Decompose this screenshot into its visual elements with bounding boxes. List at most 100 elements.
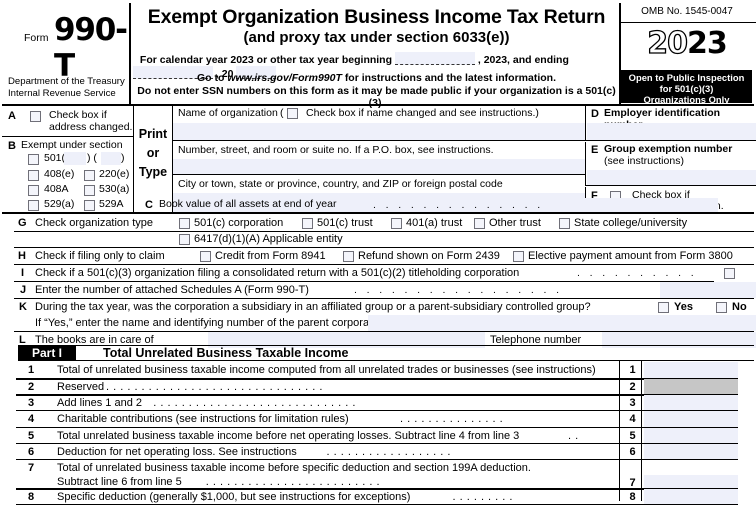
public-inspection-line1: Open to Public Inspection	[628, 72, 745, 83]
org-type-401a-trust-label: 401(a) trust	[406, 217, 463, 229]
page-title: Exempt Organization Business Income Tax …	[147, 6, 606, 28]
leader-dots: . .	[568, 430, 579, 442]
line-i-label: Check if a 501(c)(3) organization filing…	[35, 267, 520, 279]
line-k-row: K During the tax year, was the corporati…	[2, 299, 756, 332]
org-type-501c-trust-checkbox[interactable]	[302, 218, 313, 229]
tax-year-begin-input[interactable]	[394, 52, 475, 65]
claim-refund-2439-checkbox[interactable]	[343, 251, 354, 262]
exempt-530a-checkbox[interactable]	[84, 185, 95, 196]
name-row-rule	[173, 140, 585, 142]
exempt-408e-checkbox[interactable]	[28, 170, 39, 181]
item-d-letter: D	[591, 108, 599, 120]
form-identifier: Form 990-T	[8, 8, 130, 84]
or-label: or	[146, 145, 160, 160]
amount-input[interactable]	[644, 428, 738, 443]
exempt-529A-label: 529A	[99, 198, 124, 210]
org-type-501c-trust-label: 501(c) trust	[317, 217, 373, 229]
public-inspection-line2: for 501(c)(3)	[659, 83, 714, 95]
subsidiary-yes-label: Yes	[674, 301, 693, 313]
line-g-letter: G	[18, 217, 27, 229]
group-exemption-input[interactable]	[587, 170, 756, 185]
exempt-501c-subsection2-input[interactable]	[101, 152, 121, 165]
exempt-220e-checkbox[interactable]	[84, 170, 95, 181]
ein-input[interactable]	[587, 123, 756, 140]
tax-year-value: 23	[687, 26, 728, 61]
subsidiary-yes-checkbox[interactable]	[658, 302, 669, 313]
tax-year-century: 20	[647, 25, 689, 61]
claim-credit-8941-label: Credit from Form 8941	[215, 250, 326, 262]
irs-form-url[interactable]: www.irs.gov/Form990T	[227, 72, 342, 84]
line-description-continued: Subtract line 6 from line 5	[57, 476, 182, 488]
exempt-529A-checkbox[interactable]	[84, 200, 95, 211]
city-address-label: City or town, state or province, country…	[178, 178, 503, 190]
line-j-row: J Enter the number of attached Schedules…	[2, 282, 756, 299]
schedules-a-count-input[interactable]	[660, 282, 756, 298]
claim-refund-2439-label: Refund shown on Form 2439	[358, 250, 500, 262]
claim-credit-8941-checkbox[interactable]	[200, 251, 211, 262]
amount-input[interactable]	[644, 395, 738, 410]
page-subtitle: (and proxy tax under section 6033(e))	[243, 29, 510, 46]
line-description: Deduction for net operating loss. See in…	[57, 446, 297, 458]
group-exemption-row: E Group exemption number (see instructio…	[585, 142, 756, 186]
consolidated-return-checkbox[interactable]	[724, 268, 735, 279]
exempt-501c-subsection-input[interactable]	[64, 152, 86, 165]
ein-row: D Employer identification number	[585, 105, 756, 141]
line-i-row: I Check if a 501(c)(3) organization fili…	[2, 265, 754, 282]
line-description: Add lines 1 and 2	[57, 397, 143, 409]
amount-column-inner-rule	[641, 361, 643, 501]
line-i-leader-dots: . . . . . . . . . .	[577, 267, 698, 279]
part1-title: Total Unrelated Business Taxable Income	[103, 346, 349, 360]
address-changed-checkbox[interactable]	[30, 111, 41, 122]
exempt-section-label: Exempt under section	[21, 139, 123, 151]
address-changed-label-2: address changed.	[49, 121, 133, 133]
department-line2: Internal Revenue Service	[8, 87, 116, 99]
org-type-state-college-checkbox[interactable]	[559, 218, 570, 229]
line-g-rule	[14, 231, 754, 232]
street-address-row: Number, street, and room or suite no. If…	[173, 142, 585, 175]
exempt-501c-label: 501(	[44, 152, 66, 164]
line-h-letter: H	[18, 250, 26, 262]
exempt-529a-checkbox[interactable]	[28, 200, 39, 211]
org-type-6417-checkbox[interactable]	[179, 234, 190, 245]
amount-input[interactable]	[644, 444, 738, 459]
amount-input[interactable]	[644, 411, 738, 427]
name-changed-checkbox[interactable]	[287, 108, 298, 119]
street-address-input[interactable]	[173, 159, 585, 174]
org-type-other-trust-checkbox[interactable]	[474, 218, 485, 229]
print-label: Print	[138, 127, 168, 141]
exempt-408a-checkbox[interactable]	[28, 185, 39, 196]
book-value-label: Book value of all assets at end of year	[159, 198, 337, 210]
org-type-6417-label: 6417(d)(1)(A) Applicable entity	[194, 233, 343, 245]
group-exemption-sub: (see instructions)	[604, 155, 684, 167]
form-label: Form	[24, 32, 49, 44]
exempt-408a-label: 408A	[44, 183, 69, 195]
exempt-501c-checkbox[interactable]	[28, 154, 39, 165]
item-b-letter: B	[8, 140, 16, 152]
organization-name-label: Name of organization	[178, 107, 278, 119]
claim-elective-3800-checkbox[interactable]	[513, 251, 524, 262]
masthead-vrule-right	[619, 3, 621, 105]
amount-input[interactable]	[644, 362, 738, 378]
parent-corporation-input[interactable]	[368, 315, 756, 331]
amount-input[interactable]	[644, 489, 738, 504]
org-type-401a-trust-checkbox[interactable]	[391, 218, 402, 229]
omb-hrule	[619, 22, 756, 24]
claim-elective-3800-label: Elective payment amount from Form 3800	[528, 250, 733, 262]
line-number: 3	[28, 397, 35, 409]
address-changed-label-1: Check box if	[49, 109, 107, 121]
subsidiary-no-label: No	[732, 301, 747, 313]
item-e-letter: E	[591, 144, 599, 156]
book-value-leader-dots: . . . . . . . . . . . . . .	[373, 199, 544, 211]
exempt-408e-label: 408(e)	[44, 168, 75, 180]
type-label: Type	[138, 164, 168, 179]
amount-field-reserved	[644, 379, 738, 394]
part1-label-badge: Part I	[18, 346, 76, 361]
organization-name-input[interactable]	[173, 123, 585, 140]
subsidiary-no-checkbox[interactable]	[716, 302, 727, 313]
leader-dots: . . . . . . . . . . . . . . . . . . . . …	[106, 381, 323, 393]
book-value-input[interactable]	[575, 198, 718, 213]
org-type-501c-corp-checkbox[interactable]	[179, 218, 190, 229]
leader-dots: . . . . . . . . . . . . . . . . . .	[326, 446, 451, 458]
line-j-label: Enter the number of attached Schedules A…	[35, 284, 309, 296]
org-type-other-trust-label: Other trust	[489, 217, 541, 229]
